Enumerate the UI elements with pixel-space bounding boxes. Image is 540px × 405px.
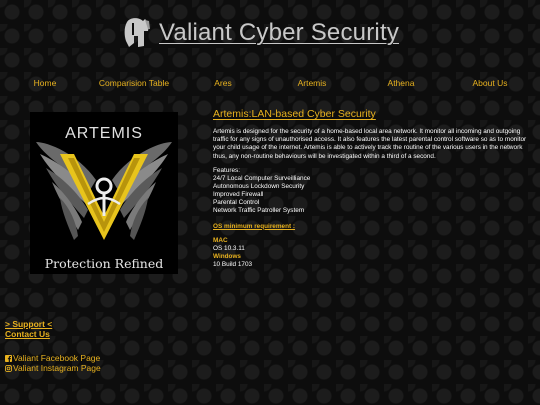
contact-us-link[interactable]: Contact Us (5, 329, 101, 339)
nav-home[interactable]: Home (34, 78, 57, 88)
instagram-link[interactable]: Valiant Instagram Page (5, 363, 101, 373)
site-logo[interactable]: Valiant Cyber Security (121, 17, 399, 49)
instagram-link-label: Valiant Instagram Page (13, 363, 101, 373)
support-link[interactable]: > Support < (5, 319, 101, 329)
product-heading[interactable]: Artemis:LAN-based Cyber Security (213, 108, 535, 120)
site-header: Valiant Cyber Security (0, 0, 540, 66)
spartan-helmet-icon (124, 18, 150, 47)
feature-item: Improved Firewall (213, 190, 264, 198)
os-version-windows: 10 Build 1703 (213, 260, 253, 268)
wings-emblem (36, 142, 172, 240)
artemis-product-image: ARTEMIS Protection Refined (30, 112, 178, 274)
os-version-mac: OS 10.3.11 (213, 244, 245, 252)
instagram-icon (5, 364, 12, 372)
nav-comparison-table[interactable]: Comparision Table (99, 78, 169, 88)
os-requirement-link[interactable]: OS minimum requirement : (213, 223, 535, 230)
os-name-mac: MAC (213, 236, 228, 244)
facebook-icon (5, 354, 12, 362)
os-name-windows: Windows (213, 252, 241, 260)
image-brand-text: ARTEMIS (65, 125, 143, 142)
feature-item: Network Traffic Patroller System (213, 206, 305, 214)
nav-athena[interactable]: Athena (388, 78, 415, 88)
site-footer: > Support < Contact Us Valiant Facebook … (5, 319, 101, 373)
facebook-link-label: Valiant Facebook Page (13, 353, 101, 363)
feature-item: 24/7 Local Computer Surveilliance (213, 174, 311, 182)
product-description: Artemis is designed for the security of … (213, 128, 527, 160)
nav-artemis[interactable]: Artemis (298, 78, 327, 88)
features-list: 24/7 Local Computer Surveilliance Autono… (213, 175, 535, 215)
image-tagline-text: Protection Refined (45, 256, 164, 271)
nav-ares[interactable]: Ares (214, 78, 231, 88)
feature-item: Parental Control (213, 198, 260, 206)
feature-item: Autonomous Lockdown Security (213, 182, 305, 190)
product-article: Artemis:LAN-based Cyber Security Artemis… (213, 108, 535, 269)
nav-about-us[interactable]: About Us (473, 78, 508, 88)
site-title[interactable]: Valiant Cyber Security (159, 19, 399, 47)
facebook-link[interactable]: Valiant Facebook Page (5, 353, 101, 363)
features-title: Features: (213, 166, 240, 174)
main-nav: Home Comparision Table Ares Artemis Athe… (0, 78, 540, 92)
